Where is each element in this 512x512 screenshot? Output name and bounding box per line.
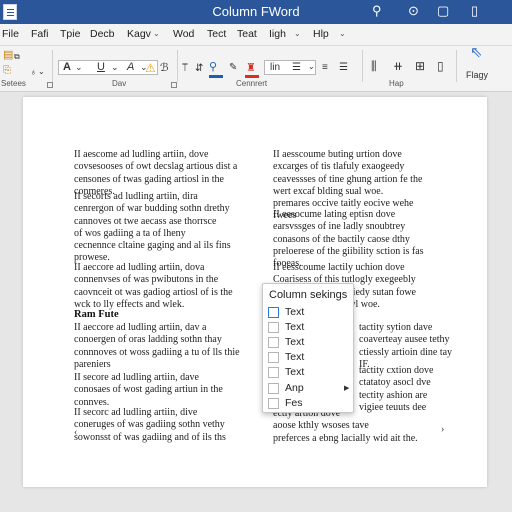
menu-teat[interactable]: Teat: [237, 28, 257, 40]
window-title: Column FWord: [212, 4, 300, 19]
breaks-icon[interactable]: ⧺: [393, 59, 403, 73]
chevron-down-icon[interactable]: ⌄: [153, 29, 160, 38]
column-option-1[interactable]: Text: [268, 306, 350, 320]
column-option-4[interactable]: Text: [268, 351, 350, 365]
chevron-down-icon[interactable]: ⌄: [75, 60, 83, 74]
brush-icon[interactable]: ♁: [30, 65, 37, 79]
column-option-3[interactable]: Text: [268, 336, 350, 350]
column-option-7[interactable]: Fes: [268, 397, 350, 411]
shading-icon[interactable]: ♜: [246, 61, 256, 75]
ribbon-toolbar: ▤ ⧉ ⎘ ♁ ⌄ A ⌄ U ⌄ A ⌄ ⚠ ℬ ⟙ ⇵ ⚲ ✎ ♜ lin …: [0, 45, 512, 92]
close-icon[interactable]: ▯: [471, 3, 478, 19]
title-bar: Column FWord ⚲ ⊙ ▢ ▯: [0, 0, 512, 24]
minimize-icon[interactable]: ⊙: [408, 3, 419, 19]
column-option-6[interactable]: Anp ▶: [268, 382, 350, 396]
chevron-down-icon[interactable]: ⌄: [294, 29, 301, 38]
paste-icon[interactable]: ▤: [3, 48, 13, 62]
chevron-down-icon[interactable]: ⌄: [111, 60, 119, 74]
group-label-dav: Dav: [112, 79, 127, 88]
copy-icon[interactable]: ⧉: [14, 50, 20, 64]
section-heading: Ram Fute: [74, 309, 119, 320]
option-label: Text: [285, 336, 305, 348]
sort-icon[interactable]: ⇵: [195, 62, 203, 76]
option-label: Anp: [285, 382, 304, 394]
microphone-icon[interactable]: ⚲: [372, 3, 382, 19]
align-left-icon[interactable]: ≡: [322, 61, 328, 75]
warning-icon[interactable]: ⚠: [145, 61, 156, 75]
checkbox[interactable]: [268, 398, 279, 409]
bold-button[interactable]: A: [63, 60, 71, 74]
document-page[interactable]: II aescome ad ludling artiin, dove covse…: [23, 97, 487, 487]
menu-file[interactable]: File: [2, 28, 19, 40]
chevron-down-icon[interactable]: ⌄: [339, 29, 346, 38]
clear-format-icon[interactable]: ⟙: [182, 62, 188, 76]
left-paragraph-6: II secorc ad ludling artiin, dive coneru…: [74, 407, 226, 443]
checkbox[interactable]: [268, 383, 279, 394]
font-color-button[interactable]: A: [127, 60, 134, 74]
menu-tpie[interactable]: Tpie: [60, 28, 80, 40]
dialog-launcher-icon[interactable]: [47, 82, 53, 88]
menu-hlp[interactable]: Hlp: [313, 28, 329, 40]
left-paragraph-3: II aeccore ad ludling artiin, dova conne…: [74, 262, 233, 310]
right-paragraph-4: tactity sytion dave coaverteay ausee tet…: [359, 322, 453, 370]
highlight-icon[interactable]: ⚲: [209, 60, 217, 74]
margin-mark-left: ‹: [74, 427, 78, 438]
cursor-tool-icon[interactable]: ⇖: [470, 45, 483, 60]
left-paragraph-2: II secorts ad ludling artiin, dira cenre…: [74, 191, 231, 264]
option-label: Text: [285, 306, 305, 318]
menu-kagv[interactable]: Kagv: [127, 28, 151, 40]
grid-icon[interactable]: ⊞: [415, 59, 425, 73]
pen-icon[interactable]: ✎: [229, 61, 237, 75]
option-label: Text: [285, 366, 305, 378]
margin-mark-right: ›: [441, 424, 445, 435]
checkbox[interactable]: [268, 352, 279, 363]
text-effects-icon[interactable]: ℬ: [160, 61, 169, 75]
checkbox[interactable]: [268, 337, 279, 348]
columns-icon[interactable]: ⫼: [371, 59, 377, 73]
column-option-2[interactable]: Text: [268, 321, 350, 335]
checkbox[interactable]: [268, 367, 279, 378]
checkbox[interactable]: [268, 322, 279, 333]
group-label-hap: Hap: [389, 79, 404, 88]
checkbox[interactable]: [268, 307, 279, 318]
right-paragraph-5: tactity cxtion dove ctatatoy asocl dve t…: [359, 365, 434, 413]
column-option-5[interactable]: Text: [268, 366, 350, 380]
restore-icon[interactable]: ▢: [437, 3, 449, 19]
align-center-icon[interactable]: ☰: [339, 61, 348, 75]
list-icon[interactable]: ☰: [292, 61, 301, 75]
chevron-down-icon[interactable]: ⌄: [38, 65, 45, 79]
submenu-arrow-icon: ▶: [344, 385, 350, 392]
popup-title: Column sekings: [269, 289, 348, 301]
column-settings-popup: Column sekings Text Text Text Text Text …: [262, 283, 354, 413]
chevron-down-icon[interactable]: ⌄: [308, 60, 315, 74]
underline-button[interactable]: U: [97, 60, 105, 74]
font-size-value: lin: [270, 62, 281, 73]
format-painter-icon[interactable]: ⎘: [3, 64, 11, 78]
menu-bar: File Fafi Tpie Decb Kagv ⌄ Wod Tect Teat…: [0, 24, 512, 46]
left-paragraph-5: II secore ad ludling artiin, dave conosa…: [74, 372, 223, 408]
right-paragraph-6: ectiy artion dove aoose kthly wsoses tav…: [273, 408, 418, 444]
menu-fafi[interactable]: Fafi: [31, 28, 49, 40]
menu-wod[interactable]: Wod: [173, 28, 194, 40]
menu-iigh[interactable]: Iigh: [269, 28, 286, 40]
page-icon[interactable]: ▯: [437, 59, 444, 73]
group-label-cennrert: Cennrert: [236, 79, 268, 88]
tool-label[interactable]: Flagy: [466, 68, 488, 82]
dialog-launcher-icon[interactable]: [171, 82, 177, 88]
menu-tect[interactable]: Tect: [207, 28, 226, 40]
group-label-setees: Setees: [1, 79, 26, 88]
option-label: Text: [285, 351, 305, 363]
left-paragraph-4: II aeccore ad ludling artiin, dav a cono…: [74, 322, 240, 370]
option-label: Fes: [285, 397, 303, 409]
option-label: Text: [285, 321, 305, 333]
menu-decb[interactable]: Decb: [90, 28, 115, 40]
